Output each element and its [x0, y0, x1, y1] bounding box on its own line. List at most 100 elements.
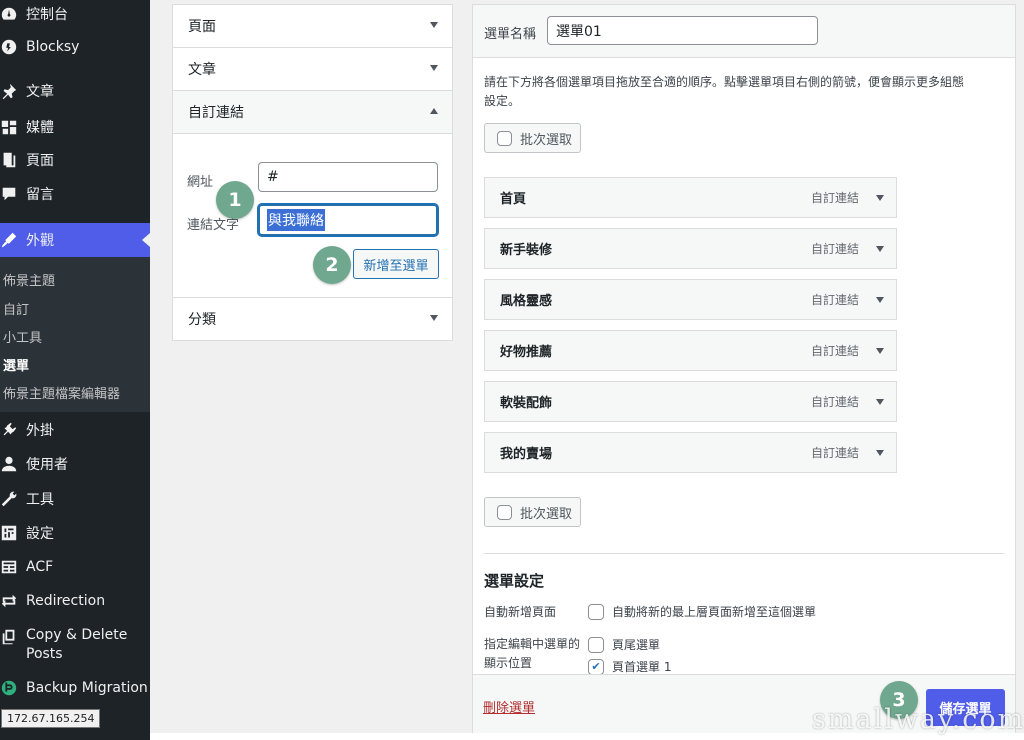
submenu-item-widgets[interactable]: 小工具	[3, 327, 42, 346]
accordion-title: 文章	[188, 62, 216, 78]
sidebar-item-users[interactable]: 使用者	[0, 450, 150, 478]
sidebar-item-label: 頁面	[26, 153, 54, 169]
pages-icon	[0, 151, 18, 169]
location-header-checkbox[interactable]: ✔	[588, 658, 604, 675]
menu-structure-panel: 選單名稱 選單01 請在下方將各個選單項目拖放至合適的順序。點擊選單項目右側的箭…	[472, 4, 1016, 740]
location-header-label: 頁首選單 1	[612, 660, 672, 674]
accordion-custom-links[interactable]: 自訂連結	[173, 91, 452, 134]
sidebar-item-label: 留言	[26, 187, 54, 203]
dashboard-icon	[0, 5, 18, 23]
submenu-item-theme-editor[interactable]: 佈景主題檔案編輯器	[3, 383, 120, 402]
bulk-select-bottom-button[interactable]: 批次選取	[484, 497, 581, 527]
sidebar-item-dashboard[interactable]: 控制台	[0, 0, 150, 28]
accordion-title: 分類	[188, 312, 216, 328]
menu-item[interactable]: 首頁 自訂連結	[484, 177, 897, 218]
sidebar-item-label: ACF	[26, 559, 54, 575]
chevron-down-icon	[430, 22, 438, 28]
sidebar-item-posts[interactable]: 文章	[0, 77, 150, 105]
add-menu-items-panel: 頁面 文章 自訂連結 網址 # 連結文字 與我聯絡 新增至選單 分類	[172, 4, 453, 341]
sidebar-item-plugins[interactable]: 外掛	[0, 416, 150, 444]
admin-sidebar: 控制台 Blocksy 文章 媒體 頁面 留言 外觀 佈景主題 自訂 小工具 選…	[0, 0, 150, 740]
step-badge-2: 2	[313, 246, 351, 284]
menu-item[interactable]: 好物推薦 自訂連結	[484, 330, 897, 371]
checkbox-icon	[497, 130, 512, 146]
menu-item[interactable]: 新手裝修 自訂連結	[484, 228, 897, 269]
menu-name-input[interactable]: 選單01	[547, 16, 818, 45]
sidebar-item-acf[interactable]: ACF	[0, 553, 150, 581]
divider	[484, 553, 1004, 554]
sidebar-item-label-line2: Posts	[26, 646, 63, 662]
submenu-item-themes[interactable]: 佈景主題	[3, 270, 55, 289]
url-input[interactable]: #	[258, 162, 438, 192]
accordion-posts[interactable]: 文章	[173, 48, 452, 91]
location-footer-option[interactable]: 頁尾選單	[588, 636, 660, 653]
submenu-item-menus[interactable]: 選單	[3, 355, 29, 374]
user-icon	[0, 455, 18, 473]
menu-instructions: 請在下方將各個選單項目拖放至合適的順序。點擊選單項目右側的箭號，便會顯示更多組態…	[484, 73, 1009, 111]
link-text-input[interactable]: 與我聯絡	[258, 204, 438, 236]
sidebar-item-pages[interactable]: 頁面	[0, 146, 150, 174]
sidebar-item-appearance[interactable]: 外觀	[0, 223, 150, 257]
sidebar-item-settings[interactable]: 設定	[0, 519, 150, 547]
auto-add-label: 自動新增頁面	[484, 605, 557, 619]
ip-tooltip: 172.67.165.254	[1, 709, 101, 728]
sidebar-item-comments[interactable]: 留言	[0, 180, 150, 208]
chevron-down-icon[interactable]	[876, 399, 884, 405]
sidebar-item-label: 使用者	[26, 457, 68, 473]
accordion-pages[interactable]: 頁面	[173, 5, 452, 48]
sidebar-item-backup-migration[interactable]: Backup Migration	[0, 674, 150, 702]
bulk-select-label: 批次選取	[520, 506, 573, 522]
sidebar-item-label: 文章	[26, 84, 54, 100]
chevron-down-icon	[430, 65, 438, 71]
sidebar-item-label: 控制台	[26, 7, 68, 23]
delete-menu-link[interactable]: 刪除選單	[483, 697, 535, 716]
sidebar-item-tools[interactable]: 工具	[0, 485, 150, 513]
accordion-categories[interactable]: 分類	[173, 297, 452, 340]
menu-item-title: 新手裝修	[500, 243, 553, 258]
settings-icon	[0, 524, 18, 542]
menu-item-type: 自訂連結	[810, 242, 859, 256]
sidebar-item-label: 設定	[26, 526, 54, 542]
url-label: 網址	[187, 175, 214, 190]
chevron-down-icon[interactable]	[876, 450, 884, 456]
menu-item[interactable]: 我的賣場 自訂連結	[484, 432, 897, 473]
location-footer-checkbox[interactable]	[588, 636, 604, 653]
sidebar-item-blocksy[interactable]: Blocksy	[0, 33, 150, 61]
sidebar-item-copy-delete-posts[interactable]: Copy & Delete Posts	[0, 626, 150, 666]
menu-item[interactable]: 軟裝配飾 自訂連結	[484, 381, 897, 422]
menu-item[interactable]: 風格靈感 自訂連結	[484, 279, 897, 320]
chevron-down-icon[interactable]	[876, 195, 884, 201]
auto-add-option[interactable]: 自動將新的最上層頁面新增至這個選單	[588, 603, 816, 620]
add-to-menu-button[interactable]: 新增至選單	[353, 249, 439, 279]
checkbox-icon	[497, 504, 512, 520]
pin-icon	[0, 82, 18, 100]
sidebar-item-label: 工具	[26, 492, 54, 508]
plugin-icon	[0, 421, 18, 439]
chevron-down-icon[interactable]	[876, 246, 884, 252]
watermark: smallway.com.tw	[812, 704, 1024, 735]
instruction-line-1: 請在下方將各個選單項目拖放至合適的順序。點擊選單項目右側的箭號，便會顯示更多組態	[484, 75, 965, 89]
sidebar-item-label: Blocksy	[26, 39, 80, 55]
submenu-item-customize[interactable]: 自訂	[3, 299, 29, 318]
menu-item-title: 好物推薦	[500, 345, 553, 360]
wrench-icon	[0, 490, 18, 508]
bulk-select-top-button[interactable]: 批次選取	[484, 123, 581, 153]
sidebar-item-label: 外掛	[26, 423, 54, 439]
accordion-title: 頁面	[188, 19, 216, 35]
menu-item-title: 我的賣場	[500, 447, 553, 462]
menu-item-type: 自訂連結	[810, 191, 859, 205]
sidebar-item-label: Backup Migration	[26, 680, 148, 696]
sidebar-item-media[interactable]: 媒體	[0, 113, 150, 141]
location-header-option[interactable]: ✔ 頁首選單 1	[588, 658, 671, 675]
chevron-down-icon	[430, 315, 438, 321]
chevron-down-icon[interactable]	[876, 297, 884, 303]
auto-add-checkbox[interactable]	[588, 603, 604, 620]
chevron-down-icon[interactable]	[876, 348, 884, 354]
sidebar-item-label: Redirection	[26, 593, 106, 609]
menu-item-type: 自訂連結	[810, 344, 859, 358]
blocksy-icon	[0, 38, 18, 56]
redirection-icon	[0, 592, 18, 610]
copy-icon	[0, 628, 18, 646]
sidebar-item-redirection[interactable]: Redirection	[0, 587, 150, 615]
display-location-label: 指定編輯中選單的 顯示位置	[484, 635, 580, 673]
